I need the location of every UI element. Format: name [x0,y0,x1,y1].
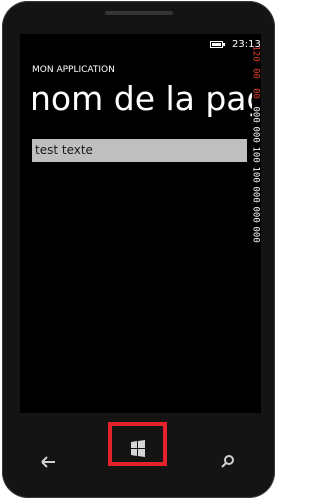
search-icon [221,455,234,468]
frame-rate-counter: 120 00 00 000 000 100 100 000 000 000 [248,42,261,252]
counter-value: 00 [250,68,261,79]
back-arrow-icon [41,456,55,468]
battery-icon [210,41,225,48]
counter-value: 00 [250,88,261,99]
counter-value: 000 [250,186,261,203]
back-button[interactable] [24,431,74,481]
text-input[interactable]: test texte [32,139,247,162]
counter-value: 000 [250,106,261,123]
app-title: MON APPLICATION [32,65,115,75]
status-bar: 23:13 [20,34,261,56]
counter-value: 000 [250,206,261,223]
counter-value: 000 [250,226,261,243]
earpiece [105,11,173,15]
page-title: nom de la page [30,79,252,118]
search-button[interactable] [202,431,252,481]
counter-value: 100 [250,146,261,163]
counter-value: 120 [250,45,261,62]
counter-value: 000 [250,126,261,143]
start-button-highlight [108,422,167,466]
counter-value: 100 [250,166,261,183]
phone-screen: 23:13 MON APPLICATION nom de la page tes… [20,34,261,413]
